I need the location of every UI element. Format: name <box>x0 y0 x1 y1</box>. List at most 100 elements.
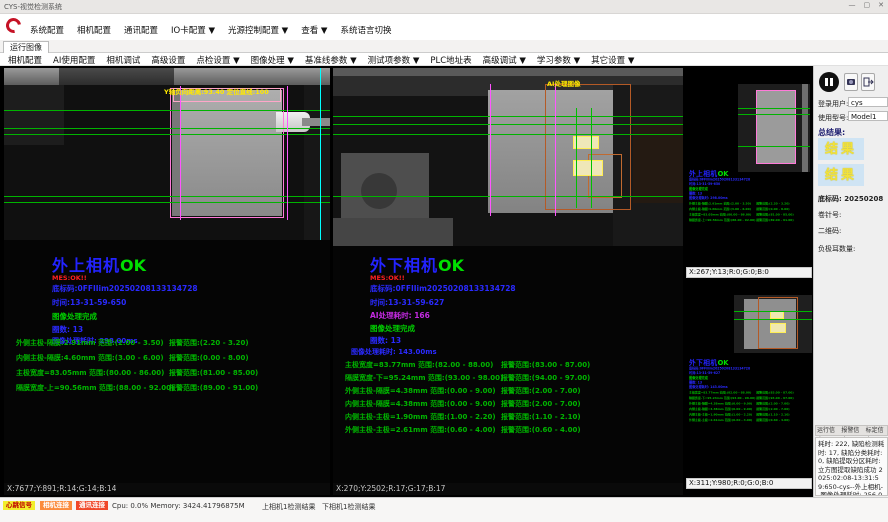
measure-row: 内侧主极-主极=1.90mm 范围:(1.00 - 2.20)报警范围:(1.1… <box>345 412 680 422</box>
measure-vline <box>555 84 556 216</box>
tool-camera-debug[interactable]: 相机调试 <box>106 54 140 66</box>
right-annotation: AI处理图像 <box>547 78 580 88</box>
tab-run-info[interactable]: 运行信息 <box>817 426 838 435</box>
total-result-label: 总结果: <box>818 127 845 138</box>
model-field[interactable]: Model1 <box>848 111 888 121</box>
right-ai-time: AI处理耗时: 166 <box>370 310 430 321</box>
lit-tab <box>573 160 603 176</box>
roi-outline-pink <box>170 88 284 218</box>
tool-other-settings[interactable]: 其它设置 ▼ <box>591 54 634 66</box>
left-pixel-readout: X:7677;Y:891;R:14;G:14;B:14 <box>4 483 330 495</box>
right-process-time: 图像处理耗时: 143.00ms <box>351 347 437 357</box>
window-title: CYS-视觉检测系统 <box>4 2 62 12</box>
right-camera-image[interactable]: AI处理图像 <box>333 68 683 246</box>
login-user-field[interactable]: cys <box>848 97 888 107</box>
measure-line <box>333 124 683 125</box>
window-controls: — ▢ ✕ <box>849 1 885 9</box>
pause-button[interactable] <box>819 72 839 92</box>
thumb-image <box>734 295 812 353</box>
tool-learning-params[interactable]: 学习参数 ▼ <box>537 54 580 66</box>
close-icon[interactable]: ✕ <box>878 1 884 9</box>
measure-line <box>4 202 330 203</box>
thumbnail-view-bottom[interactable]: 外下相机OK 底标码:0FFIIim20250208133134728 时间:1… <box>686 281 812 478</box>
upper-camera-result-link[interactable]: 上相机1检测结果 <box>262 502 315 512</box>
control-sidebar: 登录用户: cys 使用型号: Model1 总结果: 结果 结果 底标码: 2… <box>813 66 888 497</box>
tool-camera-config[interactable]: 相机配置 <box>8 54 42 66</box>
measure-line <box>333 196 683 197</box>
measure-line <box>333 134 683 135</box>
tab-alarm-info[interactable]: 报警信息 <box>841 426 862 435</box>
machine-rail-dark <box>59 68 174 85</box>
needle-number-label: 卷针号: <box>818 210 841 220</box>
tool-advanced-debug[interactable]: 高级调试 ▼ <box>483 54 526 66</box>
tool-test-params[interactable]: 测试项参数 ▼ <box>368 54 420 66</box>
ok-status: OK <box>120 256 146 275</box>
camera-tool-button[interactable] <box>844 73 858 91</box>
right-camera-view: AI处理图像 外下相机OK MES:OK!! 底标码:0FFIIim202502… <box>333 68 683 483</box>
pause-icon <box>825 78 828 86</box>
measure-vline <box>591 108 592 208</box>
tool-plc-address[interactable]: PLC地址表 <box>430 54 471 66</box>
menu-item-camera-config[interactable]: 相机配置 <box>77 24 111 36</box>
menu-item-light-config[interactable]: 光源控制配置 ▼ <box>228 24 288 36</box>
menu-item-view[interactable]: 查看 ▼ <box>301 24 327 36</box>
model-label: 使用型号: <box>818 113 848 123</box>
measure-row: 隔膜宽度-上=90.56mm 范围:(88.00 - 92.00)报警范围:(8… <box>16 383 326 393</box>
camera-connect-badge: 相机连接 <box>40 501 72 510</box>
left-loop-count: 圈数: 13 <box>52 324 83 335</box>
camera-icon <box>845 74 857 90</box>
menu-item-system-config[interactable]: 系统配置 <box>30 24 64 36</box>
machine-rail <box>333 68 683 76</box>
maximize-icon[interactable]: ▢ <box>864 1 871 9</box>
comm-connect-badge: 通讯连接 <box>76 501 108 510</box>
measure-row: 主极宽度=83.05mm 范围:(80.00 - 86.00)报警范围:(81.… <box>16 368 326 378</box>
left-time: 时间:13-31-59-650 <box>52 297 126 308</box>
thumb-top-pixel-readout: X:267;Y:13;R:0;G:0;B:0 <box>686 267 812 278</box>
tool-baseline-params[interactable]: 基准线参数 ▼ <box>305 54 357 66</box>
cpu-memory-readout: Cpu: 0.0% Memory: 3424.41796875M <box>112 502 245 510</box>
left-process-done: 图像处理完成 <box>52 311 97 322</box>
measure-row: 内侧主极-隔膜:4.60mm 范围:(3.00 - 6.00)报警范围:(0.0… <box>16 353 326 363</box>
toolbar: 相机配置 AI使用配置 相机调试 高级设置 点检设置 ▼ 图像处理 ▼ 基准线参… <box>0 53 888 66</box>
tool-spotcheck-settings[interactable]: 点检设置 ▼ <box>196 54 239 66</box>
heartbeat-badge: 心跳信号 <box>3 501 35 510</box>
measure-vline <box>490 84 491 216</box>
thumb-image <box>738 84 810 172</box>
left-annotation: Y轴负向距离:93.40 定位直线:100 <box>164 86 269 96</box>
thumbnail-view-top[interactable]: 外上相机OK 底标码:0FFIIim20250208133134728 时间:1… <box>686 68 812 267</box>
bolt <box>361 173 397 209</box>
measure-line <box>4 196 330 197</box>
menu-item-io-config[interactable]: IO卡配置 ▼ <box>171 24 215 36</box>
tool-advanced-settings[interactable]: 高级设置 <box>151 54 185 66</box>
minimize-icon[interactable]: — <box>849 1 856 9</box>
right-time: 时间:13-31-59-627 <box>370 297 444 308</box>
tool-ai-config[interactable]: AI使用配置 <box>53 54 95 66</box>
statusbar: 心跳信号 相机连接 通讯连接 Cpu: 0.0% Memory: 3424.41… <box>0 497 888 522</box>
tab-row: 运行图像 <box>0 40 888 53</box>
sidebar-barcode: 底标码: 20250208 <box>818 194 883 204</box>
measure-row: 内侧主极-隔膜=4.38mm 范围:(0.00 - 9.00)报警范围:(2.0… <box>345 399 680 409</box>
lower-camera-result-link[interactable]: 下相机1检测结果 <box>322 502 375 512</box>
tool-image-processing[interactable]: 图像处理 ▼ <box>251 54 294 66</box>
right-loop-count: 圈数: 13 <box>370 335 401 346</box>
cursor-line <box>320 68 321 240</box>
log-output[interactable]: 耗时: 222, 缺陷检测耗时: 17, 缺陷分类耗时: 0, 缺陷提取分区耗时… <box>815 437 888 496</box>
measure-row: 隔膜宽度-下=95.24mm 范围:(93.00 - 98.00)报警范围:(9… <box>345 373 680 383</box>
measure-line <box>4 110 330 111</box>
logout-button[interactable] <box>861 73 875 91</box>
login-user-label: 登录用户: <box>818 99 848 109</box>
menu-item-language[interactable]: 系统语言切换 <box>340 24 391 36</box>
neg-tab-count-label: 负极耳数量: <box>818 244 855 254</box>
menubar: 系统配置 相机配置 通讯配置 IO卡配置 ▼ 光源控制配置 ▼ 查看 ▼ 系统语… <box>0 14 888 40</box>
measure-row: 主极宽度=83.77mm 范围:(82.00 - 88.00)报警范围:(83.… <box>345 360 680 370</box>
right-camera-title: 外下相机OK <box>370 252 464 276</box>
menu-item-comm-config[interactable]: 通讯配置 <box>124 24 158 36</box>
left-camera-image[interactable]: Y轴负向距离:93.40 定位直线:100 <box>4 68 330 240</box>
right-process-done: 图像处理完成 <box>370 323 415 334</box>
right-mes-status: MES:OK!! <box>370 274 405 282</box>
thumb-bottom-pixel-readout: X:311;Y:980;R:0;G:0;B:0 <box>686 478 812 489</box>
right-pixel-readout: X:270;Y:2502;R:17;G:17;B:17 <box>333 483 683 495</box>
tab-calibration-info[interactable]: 标定信息 <box>866 426 887 435</box>
result-display-2: 结果 <box>818 164 864 186</box>
measure-line <box>4 128 330 129</box>
